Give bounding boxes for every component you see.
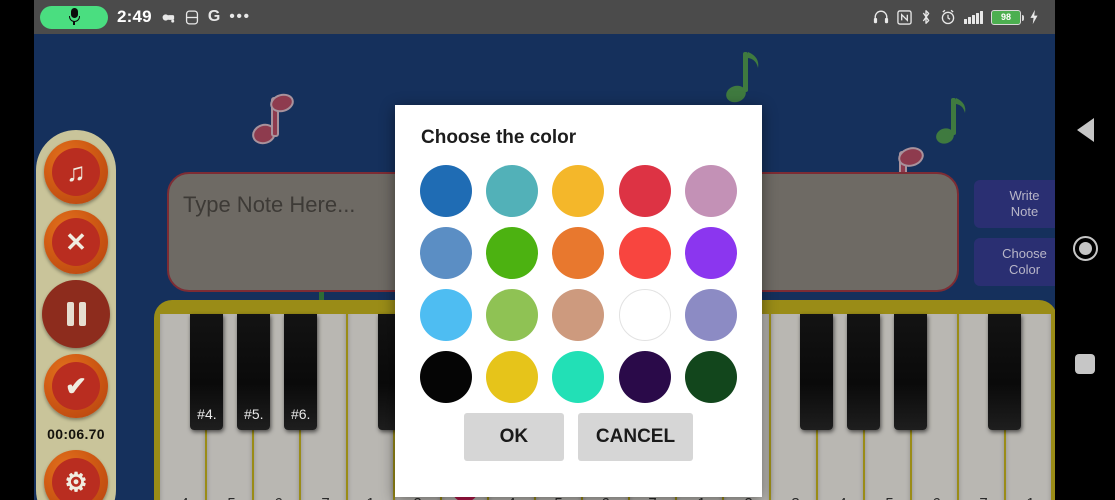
recents-button[interactable] <box>1075 354 1095 374</box>
pause-icon <box>78 302 86 326</box>
color-swatch-15[interactable] <box>420 351 473 403</box>
black-key-0[interactable]: #4. <box>190 314 224 430</box>
charging-icon <box>1029 9 1039 25</box>
black-key-12[interactable] <box>987 314 1021 430</box>
pause-button[interactable] <box>42 280 110 348</box>
write-note-label-1: Write <box>1009 188 1040 203</box>
nfc-icon <box>897 9 912 25</box>
gear-icon: ⚙ <box>64 467 88 497</box>
write-note-label-2: Note <box>1010 204 1039 219</box>
color-swatch-3[interactable] <box>618 165 671 217</box>
close-icon: ✕ <box>65 227 87 257</box>
white-key-label: .7 <box>301 495 346 500</box>
black-key-2[interactable]: #6. <box>284 314 318 430</box>
cancel-button[interactable]: CANCEL <box>577 413 694 461</box>
black-key-10[interactable] <box>846 314 880 430</box>
color-picker-dialog: Choose the color OK CANCEL <box>395 105 762 497</box>
pause-icon <box>66 302 74 326</box>
bluetooth-icon <box>920 9 932 25</box>
white-key-label: .6 <box>254 495 299 500</box>
white-key-label: .5 <box>865 495 910 500</box>
choose-color-button[interactable]: Choose Color <box>974 238 1055 286</box>
dialog-title: Choose the color <box>421 127 577 148</box>
black-key-11[interactable] <box>893 314 927 430</box>
color-swatch-13[interactable] <box>618 289 671 341</box>
color-swatch-12[interactable] <box>552 289 605 341</box>
signal-icon <box>964 10 983 24</box>
color-swatch-5[interactable] <box>420 227 473 279</box>
google-icon: G <box>207 8 221 25</box>
write-note-button[interactable]: Write Note <box>974 180 1055 228</box>
choose-color-label-1: Choose <box>1002 246 1047 261</box>
app-canvas: .4.5.6.71234567.1.2.3.4.5.6.7.1 #4.#5.#6… <box>34 34 1055 500</box>
screen: 2:49 G ••• 98 #4. #5. #6. Type Note Here… <box>0 0 1115 500</box>
color-swatch-0[interactable] <box>420 165 473 217</box>
settings-button[interactable]: ⚙ <box>44 450 108 500</box>
decor-note-icon <box>248 86 296 148</box>
battery-icon: 98 <box>991 9 1024 25</box>
status-bar-left: 2:49 G ••• <box>34 5 251 29</box>
color-swatch-8[interactable] <box>618 227 671 279</box>
whatsapp-icon <box>161 10 176 25</box>
music-note-button[interactable]: ♫ <box>44 140 108 204</box>
more-icon: ••• <box>229 8 251 25</box>
color-swatch-1[interactable] <box>486 165 539 217</box>
color-swatch-7[interactable] <box>552 227 605 279</box>
color-swatch-6[interactable] <box>486 227 539 279</box>
black-key-label: #4. <box>197 406 217 422</box>
black-key-1[interactable]: #5. <box>237 314 271 430</box>
white-key-label: .6 <box>912 495 957 500</box>
status-clock: 2:49 <box>117 7 152 26</box>
headphones-icon <box>873 9 889 25</box>
check-icon: ✔ <box>65 371 87 401</box>
color-swatch-4[interactable] <box>684 165 737 217</box>
left-toolbar: ♫ ✕ ✔ 00:06.70 ⚙ <box>36 130 116 500</box>
microphone-icon <box>40 5 108 29</box>
color-swatch-18[interactable] <box>618 351 671 403</box>
color-swatch-9[interactable] <box>684 227 737 279</box>
battery-percent: 98 <box>1000 12 1011 22</box>
decor-note-icon <box>934 92 970 148</box>
home-button[interactable] <box>1072 236 1098 261</box>
decor-note-icon <box>724 46 764 106</box>
white-key-label: .4 <box>160 495 205 500</box>
black-key-label: #5. <box>244 406 264 422</box>
action-buttons: Write Note Choose Color <box>974 180 1055 296</box>
black-key-label: #6. <box>290 406 311 422</box>
white-key-label: .7 <box>959 495 1004 500</box>
confirm-button[interactable]: ✔ <box>44 354 108 418</box>
color-swatch-10[interactable] <box>420 289 473 341</box>
color-swatch-16[interactable] <box>486 351 539 403</box>
music-note-icon: ♫ <box>66 157 86 187</box>
white-key-label: .3 <box>771 495 816 500</box>
app-icon <box>185 9 199 25</box>
white-key-label: .5 <box>207 495 252 500</box>
timer-display: 00:06.70 <box>47 426 105 442</box>
back-button[interactable] <box>1076 118 1094 142</box>
color-swatch-19[interactable] <box>684 351 737 403</box>
android-navbar <box>1055 0 1115 500</box>
color-swatch-11[interactable] <box>486 289 539 341</box>
close-button[interactable]: ✕ <box>44 210 108 274</box>
choose-color-label-2: Color <box>1008 262 1041 277</box>
white-key-label: 1 <box>348 495 393 500</box>
white-key-label: .1 <box>1006 495 1051 500</box>
color-swatch-17[interactable] <box>552 351 605 403</box>
status-bar: 2:49 G ••• 98 <box>34 0 1055 34</box>
alarm-icon <box>940 9 956 25</box>
black-key-9[interactable] <box>800 314 834 430</box>
dialog-actions: OK CANCEL <box>395 413 762 461</box>
color-swatch-2[interactable] <box>552 165 605 217</box>
white-key-label: .4 <box>818 495 863 500</box>
color-swatch-grid <box>395 149 762 403</box>
status-bar-right: 98 <box>873 9 1055 25</box>
ok-button[interactable]: OK <box>463 413 564 461</box>
note-input-placeholder: Type Note Here... <box>183 192 356 217</box>
color-swatch-14[interactable] <box>684 289 737 341</box>
